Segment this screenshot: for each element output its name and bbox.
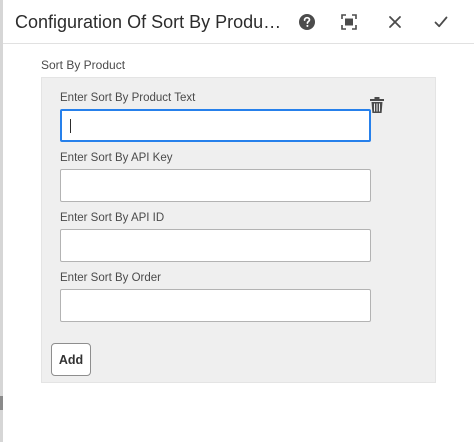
add-button[interactable]: Add xyxy=(51,343,91,376)
text-caret xyxy=(70,119,71,133)
close-icon xyxy=(389,16,401,28)
api-key-input[interactable] xyxy=(60,169,371,202)
order-label: Enter Sort By Order xyxy=(60,272,161,284)
dialog-header: Configuration Of Sort By Product Com... xyxy=(3,0,474,44)
fullscreen-button[interactable] xyxy=(337,10,361,34)
product-text-label: Enter Sort By Product Text xyxy=(60,92,196,104)
order-input[interactable] xyxy=(60,289,371,322)
api-key-label: Enter Sort By API Key xyxy=(60,152,173,164)
help-icon xyxy=(299,14,315,30)
done-button[interactable] xyxy=(429,10,453,34)
multifield-item: Enter Sort By Product Text Enter Sort By… xyxy=(41,77,436,383)
api-id-label: Enter Sort By API ID xyxy=(60,212,165,224)
config-dialog: Configuration Of Sort By Product Com... xyxy=(3,0,474,442)
close-button[interactable] xyxy=(383,10,407,34)
product-text-input[interactable] xyxy=(60,109,371,142)
delete-item-button[interactable] xyxy=(369,96,385,114)
section-label: Sort By Product xyxy=(41,58,126,72)
fullscreen-icon xyxy=(341,14,357,30)
checkmark-icon xyxy=(434,16,448,28)
dialog-title: Configuration Of Sort By Product Com... xyxy=(15,12,283,32)
api-id-input[interactable] xyxy=(60,229,371,262)
trash-icon xyxy=(370,97,384,113)
help-button[interactable] xyxy=(295,10,319,34)
